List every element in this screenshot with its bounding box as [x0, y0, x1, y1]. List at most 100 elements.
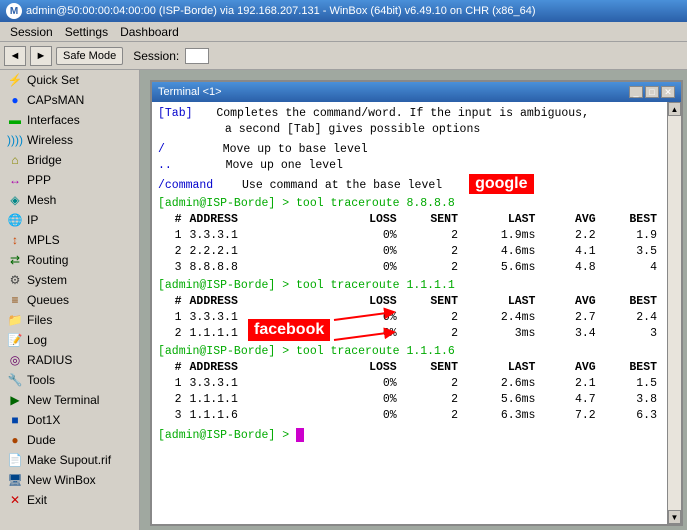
sidebar-label-files: Files: [27, 313, 52, 327]
sidebar-label-routing: Routing: [27, 253, 68, 267]
sidebar-item-ip[interactable]: 🌐 IP: [0, 210, 139, 230]
terminal-scrollbar: ▲ ▼: [667, 102, 681, 524]
sidebar-item-mpls[interactable]: ↕ MPLS: [0, 230, 139, 250]
trace3-row-3: 3 1.1.1.6 0% 2 6.3ms 7.2 6.3: [158, 408, 661, 424]
sidebar-label-queues: Queues: [27, 293, 69, 307]
trace2-section: # ADDRESS LOSS SENT LAST AVG BEST 1 3.3.…: [158, 294, 661, 342]
sidebar-label-dot1x: Dot1X: [27, 413, 60, 427]
sidebar-item-exit[interactable]: ✕ Exit: [0, 490, 139, 510]
help-line-1: [Tab] Completes the command/word. If the…: [158, 106, 661, 122]
terminal-close-button[interactable]: ✕: [661, 86, 675, 98]
google-annotation-label: google: [469, 174, 533, 194]
new-terminal-icon: ▶: [8, 393, 22, 407]
cmd-tab: [Tab]: [158, 107, 193, 120]
terminal-minimize-button[interactable]: _: [629, 86, 643, 98]
cmd-command: /command: [158, 179, 213, 192]
sidebar-label-mpls: MPLS: [27, 233, 60, 247]
sidebar-label-ip: IP: [27, 213, 38, 227]
files-icon: 📁: [8, 313, 22, 327]
sidebar-item-dot1x[interactable]: ■ Dot1X: [0, 410, 139, 430]
cmd-slash: /: [158, 143, 165, 156]
toolbar: ◄ ► Safe Mode Session:: [0, 42, 687, 70]
cmd-dotdot-desc: Move up one level: [226, 159, 343, 172]
new-winbox-icon: 🖥: [8, 473, 22, 487]
sidebar-item-wireless[interactable]: )))) Wireless: [0, 130, 139, 150]
sidebar-item-routing[interactable]: ⇄ Routing: [0, 250, 139, 270]
forward-button[interactable]: ►: [30, 46, 52, 66]
sidebar-label-dude: Dude: [27, 433, 56, 447]
quick-set-icon: ⚡: [8, 73, 22, 87]
sidebar-item-bridge[interactable]: ⌂ Bridge: [0, 150, 139, 170]
cmd-tab-desc: Completes the command/word. If the input…: [216, 107, 589, 120]
trace1-col-avg: AVG: [539, 212, 599, 228]
sidebar-label-tools: Tools: [27, 373, 55, 387]
menu-bar: Session Settings Dashboard: [0, 22, 687, 42]
cmd-tab-desc2: a second [Tab] gives possible options: [225, 123, 480, 136]
title-text: admin@50:00:00:04:00:00 (ISP-Borde) via …: [26, 5, 536, 17]
trace3-row-2: 2 1.1.1.1 0% 2 5.6ms 4.7 3.8: [158, 392, 661, 408]
sidebar-label-mesh: Mesh: [27, 193, 56, 207]
dot1x-icon: ■: [8, 413, 22, 427]
sidebar-item-files[interactable]: 📁 Files: [0, 310, 139, 330]
log-icon: 📝: [8, 333, 22, 347]
sidebar-item-capsman[interactable]: ● CAPsMAN: [0, 90, 139, 110]
trace1-col-sent: SENT: [401, 212, 462, 228]
sidebar-item-dude[interactable]: ● Dude: [0, 430, 139, 450]
help-line-5: /command Use command at the base level g…: [158, 174, 661, 194]
terminal-title-bar: Terminal <1> _ □ ✕: [152, 82, 681, 102]
menu-session[interactable]: Session: [4, 24, 59, 40]
sidebar-item-queues[interactable]: ≡ Queues: [0, 290, 139, 310]
make-supout-icon: 📄: [8, 453, 22, 467]
sidebar-label-bridge: Bridge: [27, 153, 62, 167]
sidebar-item-radius[interactable]: ◎ RADIUS: [0, 350, 139, 370]
sidebar-label-new-winbox: New WinBox: [27, 473, 96, 487]
sidebar-item-tools[interactable]: 🔧 Tools: [0, 370, 139, 390]
trace3-table: # ADDRESS LOSS SENT LAST AVG BEST 1 3.3.…: [158, 360, 661, 424]
sidebar-item-ppp[interactable]: ↔ PPP: [0, 170, 139, 190]
sidebar-label-radius: RADIUS: [27, 353, 72, 367]
trace1-prompt: [admin@ISP-Borde] > tool traceroute 8.8.…: [158, 197, 455, 210]
scroll-down-button[interactable]: ▼: [668, 510, 681, 524]
bottom-prompt-line: [admin@ISP-Borde] >: [158, 428, 661, 444]
menu-settings[interactable]: Settings: [59, 24, 114, 40]
dude-icon: ●: [8, 433, 22, 447]
trace1-row-2: 2 2.2.2.1 0% 2 4.6ms 4.1 3.5: [158, 244, 661, 260]
facebook-annotation-label: facebook: [248, 319, 330, 341]
sidebar-item-quick-set[interactable]: ⚡ Quick Set: [0, 70, 139, 90]
trace1-header-row: # ADDRESS LOSS SENT LAST AVG BEST: [158, 212, 661, 228]
radius-icon: ◎: [8, 353, 22, 367]
sidebar-item-new-winbox[interactable]: 🖥 New WinBox: [0, 470, 139, 490]
scroll-up-button[interactable]: ▲: [668, 102, 681, 116]
terminal-controls: _ □ ✕: [629, 86, 675, 98]
back-button[interactable]: ◄: [4, 46, 26, 66]
sidebar-item-log[interactable]: 📝 Log: [0, 330, 139, 350]
terminal-maximize-button[interactable]: □: [645, 86, 659, 98]
sidebar-item-interfaces[interactable]: ▬ Interfaces: [0, 110, 139, 130]
bridge-icon: ⌂: [8, 153, 22, 167]
sidebar-item-system[interactable]: ⚙ System: [0, 270, 139, 290]
sidebar-item-make-supout[interactable]: 📄 Make Supout.rif: [0, 450, 139, 470]
system-icon: ⚙: [8, 273, 22, 287]
sidebar-item-new-terminal[interactable]: ▶ New Terminal: [0, 390, 139, 410]
ppp-icon: ↔: [8, 173, 22, 187]
menu-dashboard[interactable]: Dashboard: [114, 24, 185, 40]
safe-mode-button[interactable]: Safe Mode: [56, 47, 123, 65]
trace1-col-addr: ADDRESS: [186, 212, 324, 228]
cmd-command-desc: Use command at the base level: [242, 179, 442, 192]
sidebar: ⚡ Quick Set ● CAPsMAN ▬ Interfaces )))) …: [0, 70, 140, 530]
cmd-dotdot: ..: [158, 159, 172, 172]
sidebar-label-new-terminal: New Terminal: [27, 393, 99, 407]
sidebar-label-ppp: PPP: [27, 173, 51, 187]
trace2-prompt-line: [admin@ISP-Borde] > tool traceroute 1.1.…: [158, 278, 661, 294]
sidebar-item-mesh[interactable]: ◈ Mesh: [0, 190, 139, 210]
trace1-row-3: 3 8.8.8.8 0% 2 5.6ms 4.8 4: [158, 260, 661, 276]
trace1-col-num: #: [158, 212, 186, 228]
session-input[interactable]: [185, 48, 209, 64]
sidebar-label-wireless: Wireless: [27, 133, 73, 147]
routing-icon: ⇄: [8, 253, 22, 267]
sidebar-label-quick-set: Quick Set: [27, 73, 79, 87]
facebook-annotation: facebook: [248, 310, 414, 350]
help-line-2: a second [Tab] gives possible options: [158, 122, 661, 138]
sidebar-label-log: Log: [27, 333, 47, 347]
terminal-body[interactable]: [Tab] Completes the command/word. If the…: [152, 102, 667, 524]
